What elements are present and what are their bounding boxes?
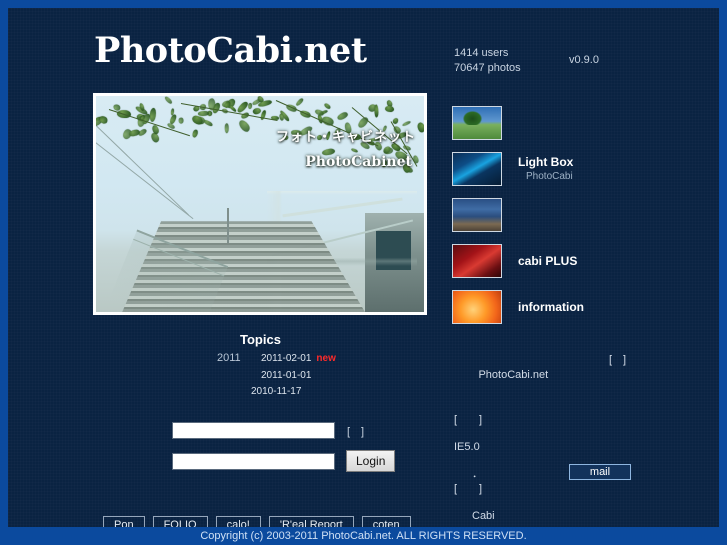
info-cabi-label: Cabi xyxy=(472,510,495,522)
mail-button[interactable]: mail xyxy=(569,464,631,480)
menu-item-cabi-plus-label: cabi PLUS xyxy=(518,254,577,269)
menu-title: information xyxy=(518,299,584,314)
info-column: PhotoCabi.net [ ] [ ] IE5.0 ． [ ] Cabi xyxy=(454,353,674,524)
blue-mountain-thumb xyxy=(452,152,502,186)
login-form: [ ] Login xyxy=(172,422,396,483)
menu-title: Light Box xyxy=(518,154,574,169)
login-user-row: [ ] xyxy=(172,422,395,439)
info-site-name: PhotoCabi.net xyxy=(478,369,549,381)
orange-flower-thumb xyxy=(452,290,502,324)
login-button[interactable]: Login xyxy=(346,450,396,472)
topic-date: 2010-11-17 xyxy=(251,386,302,397)
login-hint: [ ] xyxy=(347,425,365,438)
info-line-5: [ ] xyxy=(454,483,483,495)
photo-count: 70647 photos xyxy=(454,62,521,74)
topic-new-badge: new xyxy=(316,353,336,364)
info-line-1-bracket: [ ] xyxy=(609,354,627,366)
outer-frame: PhotoCabi.net 1414 users 70647 photos v0… xyxy=(0,0,727,545)
info-spacer-1 xyxy=(454,428,674,440)
landscape-tree-thumb xyxy=(452,106,502,140)
menu-item-gallery[interactable] xyxy=(452,100,702,146)
info-browser: IE5.0 xyxy=(454,441,480,453)
hero-overlay-english: PhotoCabinet xyxy=(305,154,412,171)
info-line-2: [ ] xyxy=(454,414,483,426)
hero-photo[interactable]: フォト・キャビネット PhotoCabinet xyxy=(93,93,427,315)
page-body: PhotoCabi.net 1414 users 70647 photos v0… xyxy=(8,8,719,537)
hero-pole xyxy=(227,208,230,243)
topic-row[interactable]: 2010-11-17 xyxy=(251,386,301,397)
topic-row[interactable]: 2011-02-01 new xyxy=(261,353,336,364)
side-menu: Light Box PhotoCabi cabi PLUS informatio… xyxy=(452,100,702,330)
hero-photo-canvas: フォト・キャビネット PhotoCabinet xyxy=(96,96,424,312)
menu-title: cabi PLUS xyxy=(518,253,578,268)
red-abstract-thumb xyxy=(452,244,502,278)
menu-item-light-box-label: Light Box PhotoCabi xyxy=(518,155,573,184)
menu-item-light-box[interactable]: Light Box PhotoCabi xyxy=(452,146,702,192)
page-title: PhotoCabi.net xyxy=(94,30,367,71)
version-label: v0.9.0 xyxy=(569,54,599,66)
footer-copyright: Copyright (c) 2003-2011 PhotoCabi.net. A… xyxy=(0,527,727,545)
password-input[interactable] xyxy=(172,452,335,470)
hero-overlay-japanese: フォト・キャビネット xyxy=(275,130,416,146)
topics-heading: Topics xyxy=(240,332,281,347)
info-spacer-2 xyxy=(454,455,674,467)
topic-row[interactable]: 2011-01-01 xyxy=(261,370,311,381)
topic-date: 2011-01-01 xyxy=(261,370,312,381)
username-input[interactable] xyxy=(172,422,335,439)
info-line-1: PhotoCabi.net [ ] xyxy=(454,353,674,413)
site-stats: 1414 users 70647 photos xyxy=(454,46,521,76)
menu-item-information[interactable]: information xyxy=(452,284,702,330)
user-count: 1414 users xyxy=(454,47,509,59)
topics-year: 2011 xyxy=(217,352,241,364)
menu-item-night[interactable] xyxy=(452,192,702,238)
menu-subtitle: PhotoCabi xyxy=(526,170,573,182)
menu-item-information-label: information xyxy=(518,300,584,315)
menu-item-cabi-plus[interactable]: cabi PLUS xyxy=(452,238,702,284)
info-spacer-3 xyxy=(454,497,674,509)
night-landscape-thumb xyxy=(452,198,502,232)
topic-date: 2011-02-01 xyxy=(261,353,312,364)
login-pass-row: Login xyxy=(172,450,396,472)
